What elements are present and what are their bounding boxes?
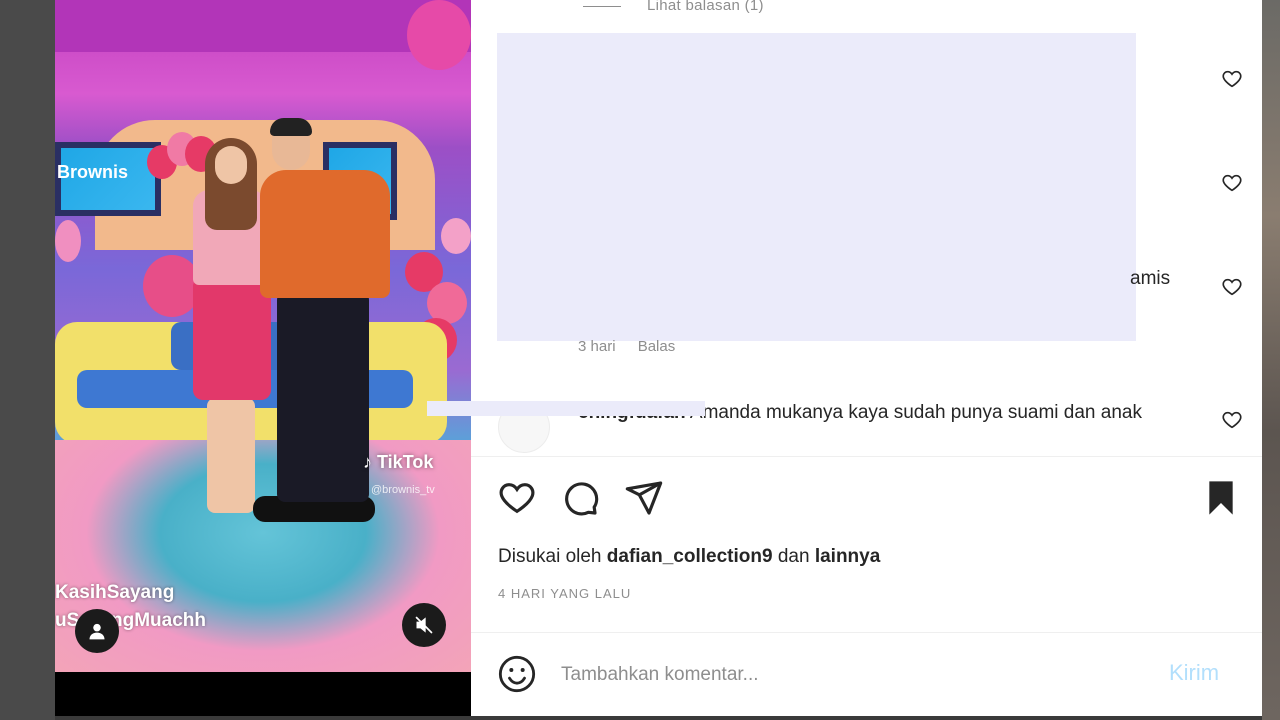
comment-input[interactable]	[559, 656, 1123, 694]
balloon	[441, 218, 471, 254]
liked-by-user[interactable]: dafian_collection9	[607, 546, 773, 567]
comment-meta: 3 hari Balas	[578, 338, 693, 355]
reply-thread-line	[583, 6, 621, 7]
likes-prefix: Disukai oleh	[498, 546, 602, 567]
likes-summary: Disukai oleh dafian_collection9 dan lain…	[498, 546, 880, 568]
reply-button[interactable]: Balas	[638, 338, 676, 355]
comment-like-icon[interactable]	[1221, 68, 1243, 90]
tiktok-handle: @brownis_tv	[371, 484, 435, 496]
bookmark-icon[interactable]	[1201, 478, 1241, 518]
liked-by-others[interactable]: lainnya	[815, 546, 880, 567]
set-ball	[407, 0, 471, 70]
host-woman-legs	[207, 398, 255, 513]
tiktok-label: TikTok	[377, 452, 434, 472]
comment-time: 3 hari	[578, 338, 616, 355]
set-brand: Brownis	[57, 162, 129, 182]
post-side-panel: Lihat balasan (1) amis 3 hari Balas chin…	[427, 0, 1262, 716]
host-man-pants	[277, 292, 369, 502]
video-caption-line1: KasihSayang	[55, 582, 175, 603]
balloon	[55, 220, 81, 262]
redacted-username	[427, 401, 705, 416]
share-icon[interactable]	[624, 478, 664, 518]
mute-button[interactable]	[402, 603, 446, 647]
composer-divider	[471, 632, 1262, 633]
post-comment-button[interactable]: Kirim	[1169, 660, 1219, 686]
comment-text: Amanda mukanya kaya sudah punya suami da…	[689, 402, 1142, 423]
comment-like-icon[interactable]	[1221, 276, 1243, 298]
host-woman-dress	[193, 280, 271, 400]
likes-conjunction: dan	[777, 546, 810, 567]
mute-icon	[415, 616, 433, 634]
comment-like-icon[interactable]	[1221, 409, 1243, 431]
actions-divider	[471, 456, 1262, 457]
host-man-shirt	[260, 170, 390, 298]
backdrop-bottom	[55, 716, 1262, 720]
post-date[interactable]: 4 HARI YANG LALU	[498, 586, 631, 601]
tagged-users-button[interactable]	[75, 609, 119, 653]
backdrop-right	[1262, 0, 1280, 720]
host-man-hair	[270, 118, 312, 136]
comment-like-icon[interactable]	[1221, 172, 1243, 194]
host-woman-face	[215, 146, 247, 184]
comment-text-fragment: amis	[1130, 268, 1171, 289]
like-icon[interactable]	[497, 478, 537, 518]
post-video[interactable]: Brownis ♪ TikTok @brownis_tv KasihSayang…	[55, 0, 471, 716]
video-bottom-bar	[55, 672, 471, 716]
redacted-comment-block	[497, 33, 1136, 341]
backdrop-left	[0, 0, 55, 720]
emoji-icon[interactable]	[497, 654, 537, 694]
view-replies-link[interactable]: Lihat balasan (1)	[647, 0, 764, 14]
tiktok-watermark: ♪ TikTok	[363, 452, 434, 472]
user-icon	[89, 623, 105, 640]
comment-icon[interactable]	[560, 478, 600, 518]
video-frame: Brownis ♪ TikTok @brownis_tv KasihSayang…	[55, 0, 471, 672]
